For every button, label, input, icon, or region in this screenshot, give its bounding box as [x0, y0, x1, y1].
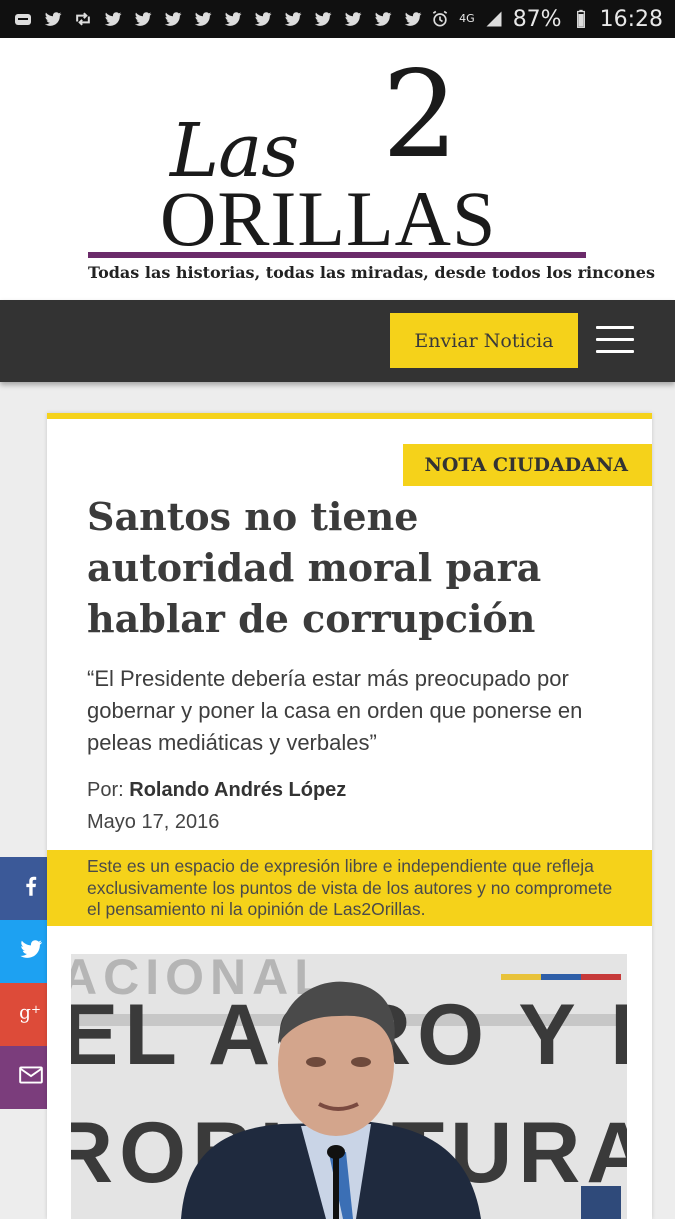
article-card: NOTA CIUDADANA Santos no tiene autoridad…	[47, 413, 652, 1219]
twitter-icon	[162, 8, 184, 30]
twitter-icon	[252, 8, 274, 30]
status-bar: 4G 87% 16:28	[0, 0, 675, 38]
facebook-icon	[18, 873, 44, 904]
retweet-icon	[72, 8, 94, 30]
article-title: Santos no tiene autoridad moral para hab…	[87, 494, 542, 641]
network-indicator: 4G	[459, 12, 475, 25]
disclaimer-banner: Este es un espacio de expresión libre e …	[47, 850, 652, 926]
site-header: Las 2 ORILLAS Todas las historias, todas…	[0, 38, 675, 300]
twitter-icon	[42, 8, 64, 30]
svg-text:g: g	[19, 1003, 31, 1024]
battery-level: 87%	[512, 6, 562, 32]
twitter-icon	[132, 8, 154, 30]
twitter-icon	[102, 8, 124, 30]
hamburger-menu-icon[interactable]	[596, 326, 634, 354]
battery-icon	[570, 8, 592, 30]
category-tag[interactable]: NOTA CIUDADANA	[402, 444, 652, 486]
mail-icon	[18, 1062, 44, 1093]
byline-prefix: Por:	[87, 779, 124, 801]
twitter-icon	[282, 8, 304, 30]
twitter-icon	[192, 8, 214, 30]
svg-text:ACIONAL: ACIONAL	[71, 954, 331, 1005]
article-photo: EL AGRO Y EL ACIONAL ROBUSTURA	[71, 954, 627, 1219]
alarm-icon	[429, 8, 451, 30]
app-icon	[12, 8, 34, 30]
signal-icon	[483, 8, 505, 30]
author-name[interactable]: Rolando Andrés López	[129, 779, 346, 801]
clock: 16:28	[599, 6, 663, 32]
svg-text:+: +	[31, 1002, 41, 1016]
byline: Por: Rolando Andrés López	[87, 779, 346, 802]
notification-icons	[12, 8, 429, 30]
twitter-icon	[222, 8, 244, 30]
logo-orillas: ORILLAS	[160, 175, 497, 262]
twitter-icon	[18, 936, 44, 967]
system-status: 4G 87% 16:28	[429, 7, 663, 32]
twitter-icon	[312, 8, 334, 30]
logo-divider	[88, 252, 586, 258]
send-news-button[interactable]: Enviar Noticia	[390, 313, 578, 368]
twitter-icon	[342, 8, 364, 30]
google-plus-icon: g +	[18, 999, 44, 1030]
twitter-icon	[402, 8, 424, 30]
twitter-icon	[372, 8, 394, 30]
article-subtitle: “El Presidente debería estar más preocup…	[87, 666, 583, 755]
logo-two: 2	[382, 46, 459, 185]
publish-date: Mayo 17, 2016	[87, 811, 220, 833]
site-tagline: Todas las historias, todas las miradas, …	[88, 263, 655, 282]
nav-bar: Enviar Noticia	[0, 300, 675, 382]
